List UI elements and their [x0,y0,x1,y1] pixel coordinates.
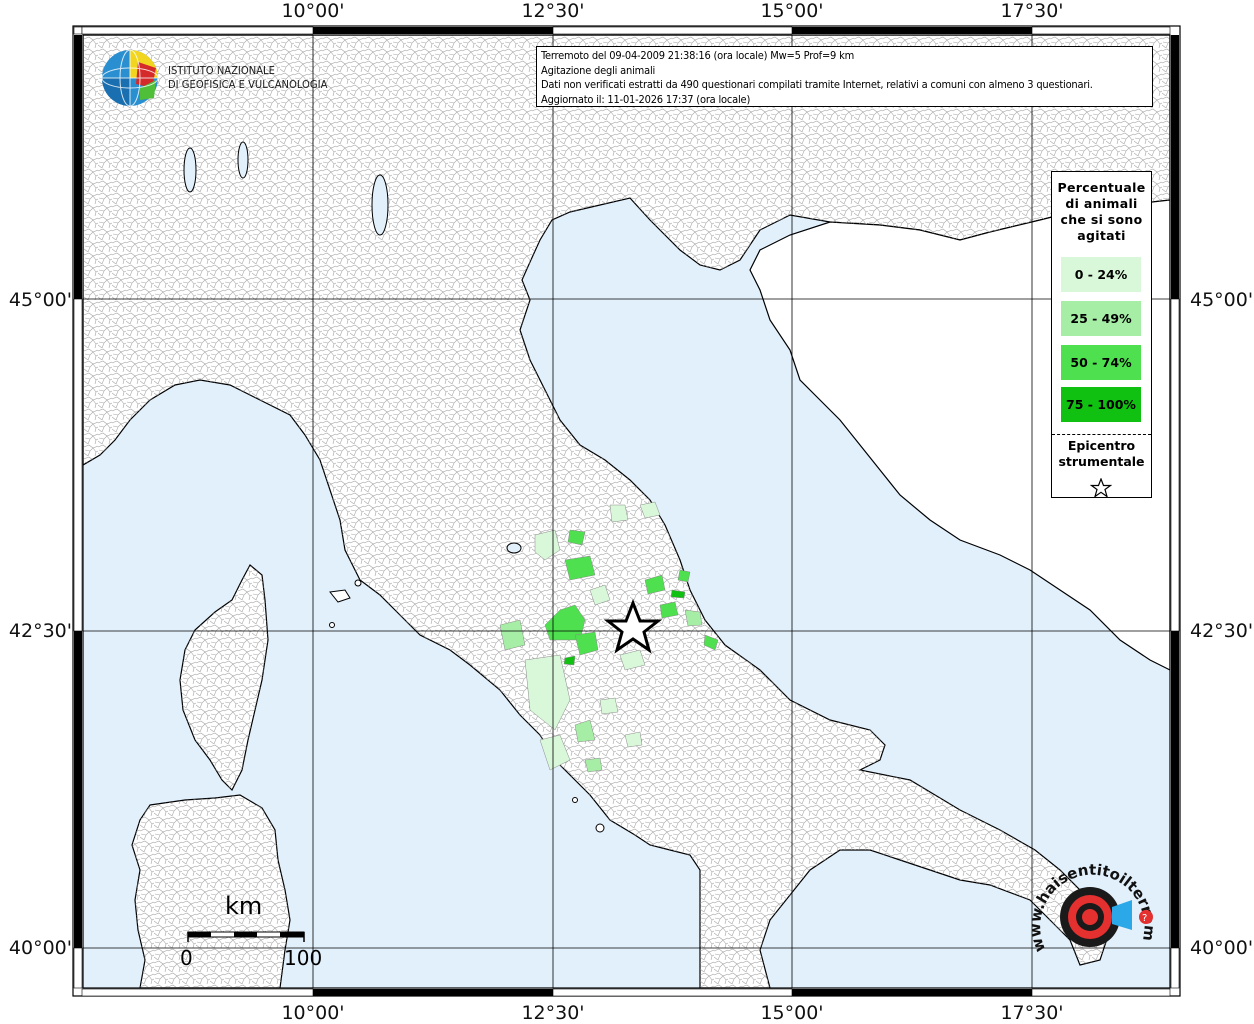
haisentito-target-icon: www.haisentitoilterremoto.it ? [1030,862,1159,955]
legend-class-0-24: 0 - 24% [1061,257,1141,292]
legend-class-50-74: 50 - 74% [1061,345,1141,380]
institute-name-line1: ISTITUTO NAZIONALE [168,65,275,77]
star-icon [1090,478,1112,498]
legend-divider [1052,434,1151,435]
scale-min-label: 0 [180,946,193,970]
map-subject: Agitazione degli animali [541,63,656,77]
legend-epicenter-label: Epicentro strumentale [1052,438,1151,470]
legend-title-line: di animali [1065,196,1138,211]
svg-text:?: ? [1142,913,1147,924]
event-info-box: Terremoto del 09-04-2009 21:38:16 (ora l… [536,46,1153,107]
data-note: Dati non verificati estratti da 490 ques… [541,78,1093,91]
event-title: Terremoto del 09-04-2009 21:38:16 (ora l… [541,49,855,62]
legend-epicenter-line: strumentale [1058,454,1145,469]
legend-title-line: agitati [1077,228,1126,243]
legend: Percentuale di animali che si sono agita… [1051,171,1152,498]
legend-class-25-49: 25 - 49% [1061,301,1141,336]
update-time: Aggiornato il: 11-01-2026 17:37 (ora loc… [541,92,751,106]
scale-max-label: 100 [284,946,323,970]
legend-title-line: Percentuale [1057,180,1146,195]
institute-name-line2: DI GEOFISICA E VULCANOLOGIA [168,79,328,91]
legend-title: Percentuale di animali che si sono agita… [1052,180,1151,244]
legend-epicenter-line: Epicentro [1067,438,1136,453]
ingv-globe-icon [101,49,159,107]
institute-name: ISTITUTO NAZIONALE DI GEOFISICA E VULCAN… [168,64,327,92]
scale-bar [187,931,305,942]
legend-class-75-100: 75 - 100% [1061,387,1141,422]
legend-title-line: che si sono [1060,212,1143,227]
